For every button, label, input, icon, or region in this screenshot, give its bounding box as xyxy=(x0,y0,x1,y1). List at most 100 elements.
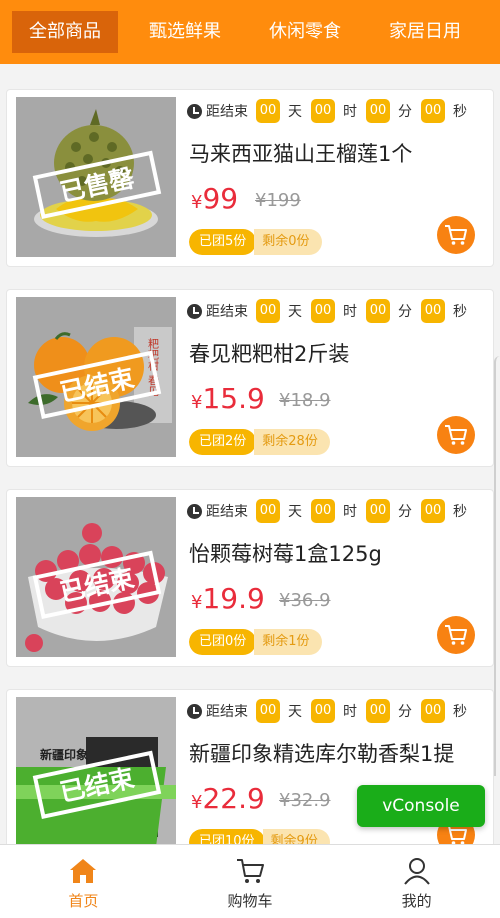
product-card[interactable]: 粑粑柑 春见 已结束 距结束 00 天 00 时 00 分 00 秒 春见粑粑柑… xyxy=(6,289,494,467)
nav-profile[interactable]: 我的 xyxy=(333,845,500,918)
minutes-value: 00 xyxy=(366,499,390,523)
countdown-timer: 距结束 00 天 00 时 00 分 00 秒 xyxy=(187,499,476,523)
minutes-value: 00 xyxy=(366,299,390,323)
add-to-cart-button[interactable] xyxy=(437,616,475,654)
grouped-count: 已团5份 xyxy=(189,229,257,255)
hours-value: 00 xyxy=(311,299,335,323)
original-price: ¥36.9 xyxy=(279,590,331,611)
tab-snacks[interactable]: 休闲零食 xyxy=(252,11,358,53)
box-label: 新疆印象 xyxy=(40,747,88,762)
product-list[interactable]: 已售罄 距结束 00 天 00 时 00 分 00 秒 马来西亚猫山王榴莲1个 … xyxy=(0,64,500,844)
original-price: ¥18.9 xyxy=(279,390,331,411)
remaining-count: 剩余28份 xyxy=(254,429,330,455)
currency-symbol: ¥ xyxy=(191,792,203,813)
tab-all-products[interactable]: 全部商品 xyxy=(12,11,118,53)
minutes-unit: 分 xyxy=(398,104,412,120)
product-image[interactable]: 粑粑柑 春见 已结束 xyxy=(16,297,176,457)
currency-symbol: ¥ xyxy=(191,592,203,613)
nav-home-label: 首页 xyxy=(68,892,99,910)
days-value: 00 xyxy=(256,299,280,323)
clock-icon xyxy=(187,303,202,319)
cart-icon xyxy=(445,625,467,645)
days-unit: 天 xyxy=(288,304,302,320)
product-name[interactable]: 春见粑粑柑2斤装 xyxy=(189,338,349,368)
clock-icon xyxy=(187,503,202,519)
cart-icon xyxy=(445,825,467,844)
group-progress: 已团2份 剩余28份 xyxy=(189,429,330,455)
price-value: 19.9 xyxy=(202,582,265,615)
raspberry-image: 已结束 xyxy=(16,497,176,657)
product-image[interactable]: 已售罄 xyxy=(16,97,176,257)
minutes-unit: 分 xyxy=(398,504,412,520)
countdown-timer: 距结束 00 天 00 时 00 分 00 秒 xyxy=(187,699,476,723)
hours-value: 00 xyxy=(311,99,335,123)
days-unit: 天 xyxy=(288,704,302,720)
scrollbar[interactable] xyxy=(494,356,500,776)
cart-icon xyxy=(445,425,467,445)
remaining-count: 剩余0份 xyxy=(254,229,322,255)
currency-symbol: ¥ xyxy=(191,192,203,213)
vconsole-button[interactable]: vConsole xyxy=(357,785,485,827)
countdown-label: 距结束 xyxy=(206,104,248,120)
group-progress: 已团10份 剩余9份 xyxy=(189,829,330,844)
product-price: ¥99 xyxy=(191,182,238,215)
hours-value: 00 xyxy=(311,699,335,723)
seconds-unit: 秒 xyxy=(453,504,467,520)
clock-icon xyxy=(187,103,202,119)
hours-unit: 时 xyxy=(343,104,357,120)
user-icon xyxy=(403,858,430,885)
seconds-unit: 秒 xyxy=(453,304,467,320)
original-price: ¥199 xyxy=(255,190,301,211)
days-unit: 天 xyxy=(288,104,302,120)
price-value: 99 xyxy=(202,182,239,215)
minutes-unit: 分 xyxy=(398,304,412,320)
add-to-cart-button[interactable] xyxy=(437,416,475,454)
orange-image: 粑粑柑 春见 已结束 xyxy=(16,297,176,457)
days-value: 00 xyxy=(256,499,280,523)
seconds-value: 00 xyxy=(421,499,445,523)
product-card[interactable]: 已售罄 距结束 00 天 00 时 00 分 00 秒 马来西亚猫山王榴莲1个 … xyxy=(6,89,494,267)
countdown-timer: 距结束 00 天 00 时 00 分 00 秒 xyxy=(187,299,476,323)
pear-image: 新疆印象 已结束 xyxy=(16,697,176,844)
product-card[interactable]: 已结束 距结束 00 天 00 时 00 分 00 秒 怡颗莓树莓1盒125g … xyxy=(6,489,494,667)
nav-cart-label: 购物车 xyxy=(227,892,273,910)
product-price: ¥22.9 xyxy=(191,782,265,815)
product-price: ¥15.9 xyxy=(191,382,265,415)
original-price: ¥32.9 xyxy=(279,790,331,811)
add-to-cart-button[interactable] xyxy=(437,216,475,254)
product-name[interactable]: 新疆印象精选库尔勒香梨1提 xyxy=(189,738,454,768)
product-image[interactable]: 已结束 xyxy=(16,497,176,657)
countdown-timer: 距结束 00 天 00 时 00 分 00 秒 xyxy=(187,99,476,123)
product-name[interactable]: 马来西亚猫山王榴莲1个 xyxy=(189,138,412,168)
home-icon xyxy=(70,859,97,883)
cart-icon xyxy=(237,859,264,883)
days-value: 00 xyxy=(256,699,280,723)
tab-home-goods[interactable]: 家居日用 xyxy=(372,11,478,53)
minutes-value: 00 xyxy=(366,699,390,723)
hours-unit: 时 xyxy=(343,704,357,720)
nav-cart[interactable]: 购物车 xyxy=(167,845,334,918)
countdown-label: 距结束 xyxy=(206,304,248,320)
product-price: ¥19.9 xyxy=(191,582,265,615)
grouped-count: 已团10份 xyxy=(189,829,265,844)
days-value: 00 xyxy=(256,99,280,123)
bottom-nav: 首页 购物车 我的 xyxy=(0,844,500,918)
countdown-label: 距结束 xyxy=(206,504,248,520)
price-value: 22.9 xyxy=(202,782,265,815)
grouped-count: 已团2份 xyxy=(189,429,257,455)
minutes-value: 00 xyxy=(366,99,390,123)
seconds-value: 00 xyxy=(421,299,445,323)
product-image[interactable]: 新疆印象 已结束 xyxy=(16,697,176,844)
hours-unit: 时 xyxy=(343,504,357,520)
hours-unit: 时 xyxy=(343,304,357,320)
countdown-label: 距结束 xyxy=(206,704,248,720)
price-value: 15.9 xyxy=(202,382,265,415)
category-tabs: 全部商品 甄选鲜果 休闲零食 家居日用 xyxy=(0,0,500,64)
tab-fresh-fruit[interactable]: 甄选鲜果 xyxy=(132,11,238,53)
product-name[interactable]: 怡颗莓树莓1盒125g xyxy=(189,538,382,568)
seconds-value: 00 xyxy=(421,99,445,123)
currency-symbol: ¥ xyxy=(191,392,203,413)
grouped-count: 已团0份 xyxy=(189,629,257,655)
nav-home[interactable]: 首页 xyxy=(0,845,167,918)
durian-image: 已售罄 xyxy=(16,97,176,257)
